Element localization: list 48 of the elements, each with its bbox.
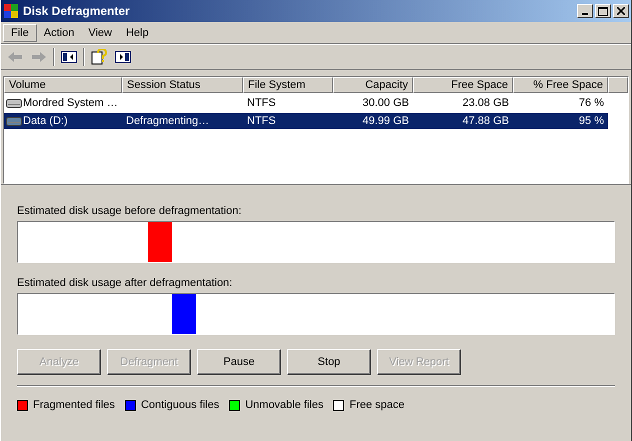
pane-icon (115, 51, 131, 63)
menu-item[interactable]: Help (118, 24, 156, 40)
legend-label: Free space (349, 399, 405, 411)
legend-label: Contiguous files (140, 399, 220, 411)
maximize-button[interactable] (595, 4, 611, 18)
column-header[interactable]: Volume (4, 77, 122, 93)
menu-item[interactable]: View (81, 24, 119, 40)
map-label: Estimated disk usage before defragmentation: (17, 205, 242, 217)
table-cell: Mordred System … (4, 95, 122, 111)
map-label: Estimated disk usage after defragmentation: (17, 277, 234, 289)
toolbar-button[interactable] (89, 48, 109, 66)
table-cell: 47.88 GB (413, 113, 513, 129)
column-header[interactable]: Capacity (333, 77, 413, 93)
table-row[interactable]: Mordred System … NTFS 30.00 GB 23.08 GB 76 % (4, 95, 628, 111)
action-button[interactable]: Pause (197, 349, 281, 375)
legend-label: Fragmented files (33, 399, 115, 411)
window-title: Disk Defragmenter (23, 4, 131, 18)
forward-arrow-icon (32, 52, 46, 62)
toolbar-button[interactable] (59, 48, 79, 66)
toolbar-button[interactable] (113, 48, 133, 66)
pane-icon (61, 51, 77, 63)
column-header[interactable]: File System (243, 77, 333, 93)
column-header[interactable]: % Free Space (513, 77, 608, 93)
menu-item[interactable]: Action (36, 24, 82, 40)
action-button[interactable]: Stop (287, 349, 371, 375)
table-cell-text: 76 % (578, 96, 605, 111)
help-icon (91, 49, 107, 65)
drive-icon (6, 98, 22, 108)
table-cell: 49.99 GB (333, 113, 413, 129)
table-cell-text: 23.08 GB (462, 96, 510, 111)
minimize-button[interactable] (577, 4, 593, 18)
app-icon (3, 3, 19, 19)
menu-item[interactable]: File (3, 24, 37, 42)
table-cell-text: NTFS (246, 96, 277, 111)
back-arrow-icon (8, 52, 22, 62)
close-icon (617, 7, 625, 15)
legend-label: Unmovable files (245, 399, 324, 411)
table-cell: 95 % (513, 113, 608, 129)
table-cell-text: 30.00 GB (362, 96, 410, 111)
table-row[interactable]: Data (D:) Defragmenting… NTFS 49.99 GB 47.88 GB 95 % (4, 113, 628, 129)
column-header[interactable]: Session Status (122, 77, 243, 93)
table-cell: NTFS (243, 113, 333, 129)
table-cell: Defragmenting… (122, 113, 243, 129)
drive-icon (6, 116, 22, 126)
close-button[interactable] (613, 4, 629, 18)
maximize-icon (598, 6, 608, 16)
column-header[interactable]: Free Space (413, 77, 513, 93)
table-cell: Data (D:) (4, 113, 122, 129)
